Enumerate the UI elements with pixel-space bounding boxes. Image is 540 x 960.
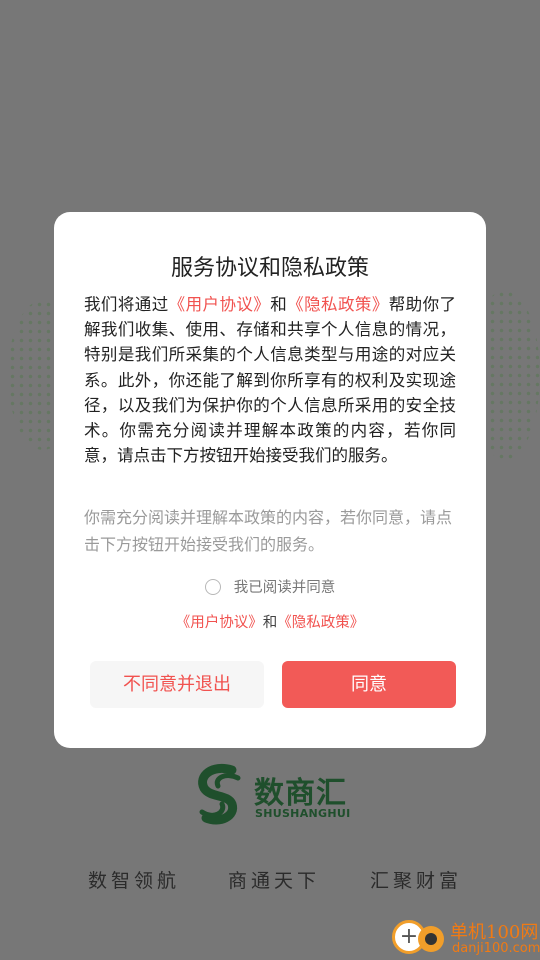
agree-checkbox-row[interactable]: 我已阅读并同意 <box>54 576 486 600</box>
dialog-body: 我们将通过《用户协议》和《隐私政策》帮助你了解我们收集、使用、存储和共享个人信息… <box>84 292 456 468</box>
slogan-1: 数智领航 <box>88 870 181 892</box>
app-logo: 数商汇 SHUSHANGHUI <box>192 762 352 828</box>
logo-english-name: SHUSHANGHUI <box>255 807 351 820</box>
agree-button[interactable]: 同意 <box>282 661 456 708</box>
privacy-dialog: 服务协议和隐私政策 我们将通过《用户协议》和《隐私政策》帮助你了解我们收集、使用… <box>54 212 486 748</box>
privacy-policy-link[interactable]: 《隐私政策》 <box>287 295 389 314</box>
agree-radio[interactable] <box>204 578 221 595</box>
agree-checkbox-label[interactable]: 我已阅读并同意 <box>234 580 336 596</box>
logo-chinese-name: 数商汇 <box>254 776 347 811</box>
body-intro: 我们将通过 <box>84 295 169 314</box>
privacy-policy-link-2[interactable]: 《隐私政策》 <box>277 615 364 631</box>
disagree-exit-button[interactable]: 不同意并退出 <box>90 661 264 708</box>
watermark: 单机100网 danji100.com <box>392 916 540 960</box>
watermark-dot-icon <box>418 926 444 952</box>
slogan-2: 商通天下 <box>228 870 321 892</box>
body-rest: 帮助你了解我们收集、使用、存储和共享个人信息的情况，特别是我们所采集的个人信息类… <box>84 295 457 466</box>
slogan-3: 汇聚财富 <box>370 870 463 892</box>
watermark-url: danji100.com <box>452 941 540 956</box>
dialog-title: 服务协议和隐私政策 <box>170 256 369 281</box>
user-agreement-link[interactable]: 《用户协议》 <box>169 295 271 314</box>
links-and: 和 <box>262 615 278 631</box>
logo-mark-icon <box>198 764 241 825</box>
slogan-row: 数智领航 商通天下 汇聚财富 <box>0 866 540 896</box>
body-and: 和 <box>270 295 288 314</box>
user-agreement-link-2[interactable]: 《用户协议》 <box>176 615 263 631</box>
dialog-hint: 你需充分阅读并理解本政策的内容，若你同意，请点击下方按钮开始接受我们的服务。 <box>84 508 453 554</box>
agreement-links-row: 《用户协议》和《隐私政策》 <box>54 611 486 632</box>
